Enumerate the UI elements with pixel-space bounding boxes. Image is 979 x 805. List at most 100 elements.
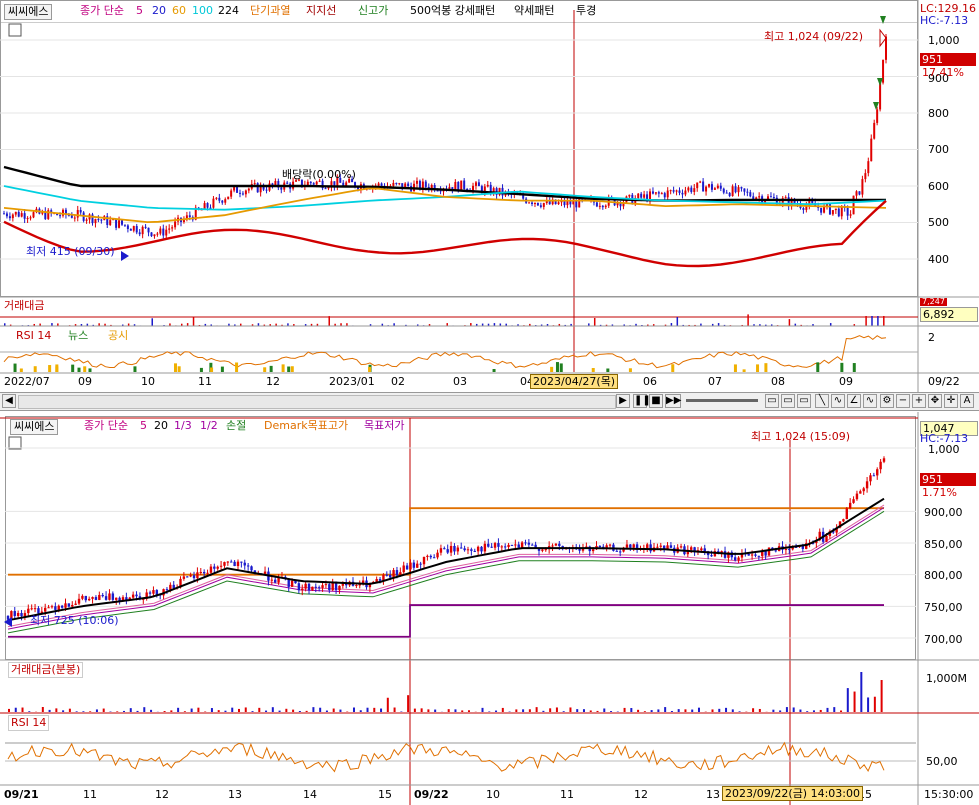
- candle-body: [13, 611, 16, 616]
- line-tool-icon[interactable]: ╲: [815, 394, 829, 408]
- candle-body: [327, 187, 330, 189]
- top-rsi-label[interactable]: RSI 14: [16, 329, 51, 343]
- candle-body: [591, 549, 595, 552]
- scroll-left-button[interactable]: ◀: [2, 394, 16, 408]
- candle-body: [740, 187, 743, 189]
- plus-icon[interactable]: +: [912, 394, 926, 408]
- candle-body: [554, 543, 558, 546]
- top-rsi-disclosure[interactable]: 공시: [108, 329, 128, 343]
- top-price-tag: 951: [920, 53, 976, 66]
- candle-body: [422, 556, 426, 565]
- grid-toggle-icon[interactable]: [8, 436, 22, 450]
- volume-bar: [535, 707, 538, 712]
- candle-body: [439, 548, 443, 553]
- volume-bar: [183, 711, 186, 712]
- candle-body: [531, 202, 534, 205]
- bottom-x-8: 11: [560, 788, 574, 801]
- candle-body: [265, 189, 268, 191]
- stop-button[interactable]: ■: [649, 394, 663, 408]
- top-x-12: 09: [839, 375, 853, 388]
- candle-body: [219, 565, 223, 567]
- candle-body: [710, 184, 713, 190]
- candle-body: [23, 613, 27, 617]
- fast-forward-button[interactable]: ▶▶: [665, 394, 681, 408]
- bottom-rsi-label[interactable]: RSI 14: [8, 715, 50, 731]
- candle-body: [321, 585, 324, 588]
- news-bar: [77, 367, 81, 372]
- candle-body: [432, 557, 436, 559]
- candle-body: [746, 191, 749, 193]
- pause-button[interactable]: ❚❚: [633, 394, 651, 408]
- candle-body: [825, 535, 828, 542]
- top-x-2: 10: [141, 375, 155, 388]
- text-tool-icon[interactable]: A: [960, 394, 974, 408]
- candle-body: [828, 204, 831, 215]
- candle-body: [463, 548, 466, 551]
- tool-icon-2[interactable]: ▭: [781, 394, 795, 408]
- candle-body: [306, 181, 309, 185]
- volume-bar: [576, 709, 579, 712]
- candle-body: [473, 550, 476, 552]
- volume-bar: [136, 710, 139, 712]
- candle-body: [758, 196, 761, 198]
- candle-body: [290, 580, 294, 587]
- candle-body: [17, 211, 20, 217]
- volume-bar: [596, 710, 599, 712]
- candle-body: [29, 217, 32, 219]
- minus-icon[interactable]: −: [896, 394, 910, 408]
- news-bar: [19, 368, 23, 372]
- candle-body: [474, 182, 477, 186]
- candle-body: [870, 138, 873, 162]
- angle-tool-icon[interactable]: ∠: [847, 394, 861, 408]
- candle-body: [243, 562, 246, 566]
- candle-body: [324, 584, 328, 586]
- volume-bar: [731, 709, 734, 712]
- top-chart-svg[interactable]: [0, 0, 979, 392]
- news-bar: [210, 367, 214, 372]
- top-rsi-news[interactable]: 뉴스: [68, 329, 88, 343]
- grid-toggle-icon[interactable]: [8, 23, 22, 37]
- candle-body: [311, 586, 314, 591]
- candle-body: [757, 555, 761, 557]
- news-bar: [55, 366, 59, 372]
- volume-bar: [325, 710, 328, 712]
- bottom-volume-label[interactable]: 거래대금(분봉): [8, 662, 84, 678]
- candle-body: [517, 544, 520, 548]
- candle-body: [477, 182, 480, 187]
- candle-body: [700, 548, 703, 551]
- trend-tool-icon[interactable]: ∿: [863, 394, 877, 408]
- horizontal-scrollbar[interactable]: [18, 395, 616, 409]
- candle-body: [392, 182, 395, 186]
- candle-body: [412, 562, 416, 568]
- volume-bar: [163, 711, 166, 712]
- top-volume-label[interactable]: 거래대금: [4, 299, 44, 313]
- wave-tool-icon[interactable]: ∿: [831, 394, 845, 408]
- gear-icon[interactable]: ⚙: [880, 394, 894, 408]
- volume-bar: [332, 708, 335, 712]
- bottom-x-3: 13: [228, 788, 242, 801]
- move-icon[interactable]: ✥: [928, 394, 942, 408]
- candle-body: [238, 192, 241, 194]
- candle-body: [536, 202, 539, 206]
- candle-body: [719, 185, 722, 189]
- crosshair-icon[interactable]: ✛: [944, 394, 958, 408]
- ma-line-20: [7, 497, 885, 622]
- tool-icon-1[interactable]: ▭: [765, 394, 779, 408]
- zoom-slider[interactable]: [686, 399, 758, 402]
- scroll-right-button[interactable]: ▶: [616, 394, 630, 408]
- volume-bar: [265, 710, 268, 712]
- candle-body: [388, 574, 392, 578]
- volume-bar: [62, 710, 65, 712]
- candle-body: [865, 481, 869, 489]
- candle-body: [240, 561, 243, 563]
- candle-body: [750, 554, 754, 556]
- volume-bar: [251, 711, 254, 712]
- bottom-chart-svg[interactable]: [0, 412, 979, 805]
- volume-bar: [718, 708, 721, 712]
- tool-icon-3[interactable]: ▭: [797, 394, 811, 408]
- candle-body: [44, 607, 47, 612]
- candle-body: [864, 173, 867, 180]
- volume-bar: [799, 709, 802, 712]
- candle-body: [16, 613, 20, 616]
- candle-body: [87, 598, 91, 601]
